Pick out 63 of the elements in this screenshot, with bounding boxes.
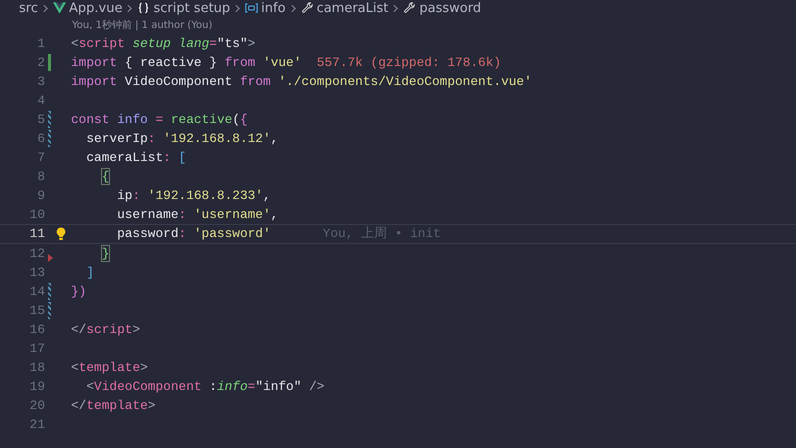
breadcrumb-item[interactable]: script setup [137, 0, 230, 16]
line-number: 10 [28, 207, 45, 222]
line-number: 18 [28, 360, 45, 375]
git-change-marker[interactable] [48, 130, 51, 148]
variable-icon [245, 2, 258, 14]
code-line: { [100, 169, 110, 184]
git-change-marker[interactable] [48, 54, 51, 72]
code-line: </template> [71, 398, 156, 413]
code-line: } [100, 246, 110, 261]
line-number: 13 [28, 264, 45, 280]
line-number: 8 [36, 169, 45, 184]
line-number: 12 [28, 246, 45, 261]
chevron-icon [290, 4, 296, 12]
line-number: 3 [36, 74, 45, 90]
line-number: 15 [28, 302, 45, 318]
code-line: </script> [71, 322, 140, 337]
chevron-icon [235, 4, 240, 12]
code-line: import { reactive } from 'vue' 557.7k (gzipped: 178.6k) [71, 55, 502, 70]
code-line: password: 'password' [116, 226, 271, 242]
breadcrumb-item[interactable]: src [19, 0, 38, 16]
line-number: 16 [28, 322, 45, 337]
line-number: 5 [36, 112, 45, 128]
line-number: 6 [36, 131, 45, 146]
line-number: 21 [28, 416, 45, 432]
git-change-marker[interactable] [48, 282, 51, 300]
code-line: ] [85, 264, 94, 280]
wrench-icon [403, 2, 416, 14]
line-number: 2 [36, 55, 45, 70]
wrench-icon [300, 2, 314, 14]
line-number: 11 [28, 226, 45, 242]
git-blame-annotation: You, 上周 • init [322, 225, 441, 242]
code-line: }) [71, 284, 86, 299]
line-number: 1 [36, 36, 45, 52]
breadcrumb-item[interactable]: info [245, 0, 286, 16]
code-line: const info = reactive({ [71, 112, 248, 128]
chevron-icon [393, 4, 398, 12]
code-line: <script setup lang="ts"> [71, 36, 256, 52]
line-number: 14 [28, 284, 45, 299]
git-change-marker[interactable] [48, 302, 51, 319]
breadcrumb-item[interactable]: App.vue [52, 0, 122, 16]
breadcrumb-item[interactable]: password [403, 0, 482, 16]
line-number: 17 [28, 340, 45, 356]
braces-icon [137, 2, 150, 14]
vue-logo-icon [52, 2, 66, 14]
git-change-marker[interactable] [48, 254, 53, 262]
chevron-icon [42, 4, 48, 12]
chevron-icon [127, 4, 132, 12]
line-number: 20 [28, 398, 45, 413]
line-number: 7 [36, 150, 45, 166]
code-line: ip: '192.168.8.233', [116, 188, 271, 204]
line-number: 9 [36, 188, 45, 204]
line-number: 19 [28, 378, 45, 394]
code-line: cameraList: [ [85, 150, 186, 166]
line-number: 4 [36, 93, 45, 108]
code-line: <template> [71, 360, 148, 375]
git-change-marker[interactable] [48, 111, 51, 128]
code-line: <VideoComponent :info="info" /> [85, 378, 324, 394]
code-line: import VideoComponent from './components/VideoComponent.vue' [71, 74, 532, 90]
code-line: username: 'username', [116, 207, 278, 222]
breadcrumb-item[interactable]: cameraList [300, 0, 388, 16]
lightbulb-icon[interactable] [56, 226, 66, 241]
codelens-annotation[interactable]: You, 1秒钟前 | 1 author (You) [72, 18, 212, 32]
code-line: serverIp: '192.168.8.12', [85, 131, 278, 146]
